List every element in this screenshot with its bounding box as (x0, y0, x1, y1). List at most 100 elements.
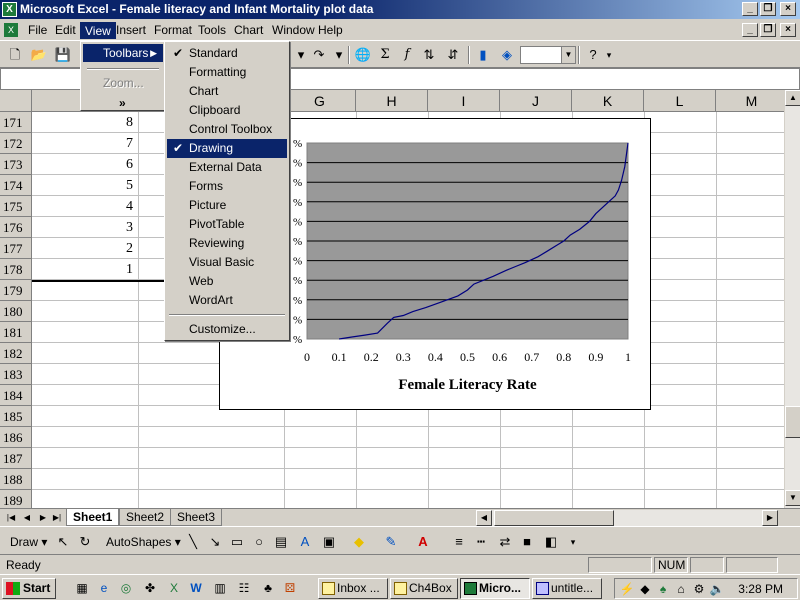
font-color-icon[interactable]: A (414, 533, 432, 551)
toolbar-option-forms[interactable]: Forms (167, 177, 287, 196)
cell-value[interactable]: 4 (32, 196, 136, 217)
shadow-icon[interactable]: ■ (518, 533, 536, 551)
doc-restore-button[interactable]: ❐ (760, 23, 776, 37)
3d-icon[interactable]: ◧ (542, 533, 560, 551)
drawing-icon[interactable]: ◈ (498, 46, 516, 64)
chevron-down-icon[interactable]: ▼ (561, 47, 575, 63)
scroll-up-button[interactable]: ▲ (785, 90, 800, 106)
row-header[interactable]: 185 (0, 406, 32, 427)
hscroll-thumb[interactable] (494, 510, 614, 526)
menu-item-toolbars[interactable]: Toolbars ▶ (83, 44, 163, 62)
column-header-j[interactable]: J (500, 90, 572, 112)
menu-help[interactable]: Help (314, 22, 347, 39)
doc-close-button[interactable]: × (780, 23, 796, 37)
line-icon[interactable]: ╲ (184, 533, 202, 551)
row-header[interactable]: 179 (0, 280, 32, 301)
minimize-button[interactable]: _ (742, 2, 758, 16)
line-color-icon[interactable]: ✎ (382, 533, 400, 551)
quicklaunch-icon[interactable]: ⚄ (282, 580, 298, 596)
arrow-style-icon[interactable]: ⇄ (496, 533, 514, 551)
row-header[interactable]: 174 (0, 175, 32, 196)
cell-value[interactable]: 7 (32, 133, 136, 154)
menu-tools[interactable]: Tools (194, 22, 230, 39)
row-header[interactable]: 184 (0, 385, 32, 406)
last-sheet-button[interactable]: ▶| (50, 511, 64, 525)
row-header[interactable]: 189 (0, 490, 32, 508)
autosum-icon[interactable]: Σ (376, 46, 394, 64)
ie-icon[interactable]: e (96, 580, 112, 596)
column-header-l[interactable]: L (644, 90, 716, 112)
select-all-corner[interactable] (0, 90, 32, 112)
doc-minimize-button[interactable]: _ (742, 23, 758, 37)
toolbar-option-formatting[interactable]: Formatting (167, 63, 287, 82)
scroll-thumb[interactable] (785, 406, 800, 438)
toolbar-option-clipboard[interactable]: Clipboard (167, 101, 287, 120)
excel-app-icon[interactable]: X (2, 2, 17, 17)
chart-wizard-icon[interactable]: ▮ (474, 46, 492, 64)
autoshapes-menu-button[interactable]: AutoShapes ▾ (106, 535, 181, 549)
tray-icon[interactable]: ⚙ (691, 581, 707, 597)
quicklaunch-icon[interactable]: ✤ (142, 580, 158, 596)
first-sheet-button[interactable]: |◀ (4, 511, 18, 525)
redo-dropdown-icon[interactable]: ▾ (330, 46, 348, 64)
row-header[interactable]: 186 (0, 427, 32, 448)
taskbar-button-ch4box[interactable]: Ch4Box (390, 578, 458, 599)
draw-menu-button[interactable]: Draw ▾ (10, 535, 47, 549)
zoom-combo[interactable]: ▼ (520, 46, 576, 64)
toolbar-option-standard[interactable]: ✔ Standard (167, 44, 287, 63)
row-header[interactable]: 183 (0, 364, 32, 385)
column-header-k[interactable]: K (572, 90, 644, 112)
text-box-icon[interactable]: ▤ (272, 533, 290, 551)
row-header[interactable]: 188 (0, 469, 32, 490)
excel-icon[interactable]: X (166, 580, 182, 596)
expand-menu-icon[interactable]: » (83, 94, 163, 112)
outlook-icon[interactable]: ◎ (118, 580, 134, 596)
row-header[interactable]: 172 (0, 133, 32, 154)
fill-color-icon[interactable]: ◆ (350, 533, 368, 551)
row-header[interactable]: 180 (0, 301, 32, 322)
next-sheet-button[interactable]: ▶ (36, 511, 50, 525)
volume-icon[interactable]: 🔈 (709, 581, 725, 597)
start-button[interactable]: Start (2, 578, 56, 599)
toolbar-option-drawing[interactable]: ✔ Drawing (167, 139, 287, 158)
toolbar-option-reviewing[interactable]: Reviewing (167, 234, 287, 253)
row-header[interactable]: 173 (0, 154, 32, 175)
toolbar-option-external-data[interactable]: External Data (167, 158, 287, 177)
arrow-icon[interactable]: ↘ (206, 533, 224, 551)
line-style-icon[interactable]: ≡ (450, 533, 468, 551)
taskbar-button-inbox[interactable]: Inbox ... (318, 578, 388, 599)
redo-icon[interactable]: ↷ (310, 46, 328, 64)
wordart-icon[interactable]: A (296, 533, 314, 551)
cell-value[interactable]: 2 (32, 238, 136, 259)
oval-icon[interactable]: ○ (250, 533, 268, 551)
scroll-right-button[interactable]: ▶ (762, 510, 778, 526)
new-icon[interactable]: 🗋 (6, 46, 24, 64)
undo-dropdown-icon[interactable]: ▾ (292, 46, 310, 64)
menu-file[interactable]: File (24, 22, 51, 39)
toolbar-option-web[interactable]: Web (167, 272, 287, 291)
column-header-h[interactable]: H (356, 90, 428, 112)
workbook-icon[interactable]: X (4, 23, 18, 37)
word-icon[interactable]: W (188, 580, 204, 596)
row-header[interactable]: 176 (0, 217, 32, 238)
quicklaunch-icon[interactable]: ☷ (236, 580, 252, 596)
tray-icon[interactable]: ⌂ (673, 581, 689, 597)
desktop-icon[interactable]: ▦ (74, 580, 90, 596)
row-header[interactable]: 181 (0, 322, 32, 343)
menu-item-zoom[interactable]: Zoom... (83, 74, 163, 92)
taskbar-button-excel[interactable]: Micro... (460, 578, 530, 599)
column-header-g[interactable]: G (284, 90, 356, 112)
tab-sheet1[interactable]: Sheet1 (66, 509, 120, 526)
toolbar-option-wordart[interactable]: WordArt (167, 291, 287, 310)
menu-format[interactable]: Format (150, 22, 196, 39)
cell-value[interactable]: 1 (32, 259, 136, 280)
row-header[interactable]: 182 (0, 343, 32, 364)
scroll-left-button[interactable]: ◀ (476, 510, 492, 526)
cell-value[interactable]: 5 (32, 175, 136, 196)
tab-sheet2[interactable]: Sheet2 (119, 509, 172, 526)
sort-ascending-icon[interactable]: ⇅ (420, 46, 438, 64)
toolbar-option-pivottable[interactable]: PivotTable (167, 215, 287, 234)
close-button[interactable]: × (780, 2, 796, 16)
row-header[interactable]: 171 (0, 112, 32, 133)
cell-value[interactable]: 3 (32, 217, 136, 238)
